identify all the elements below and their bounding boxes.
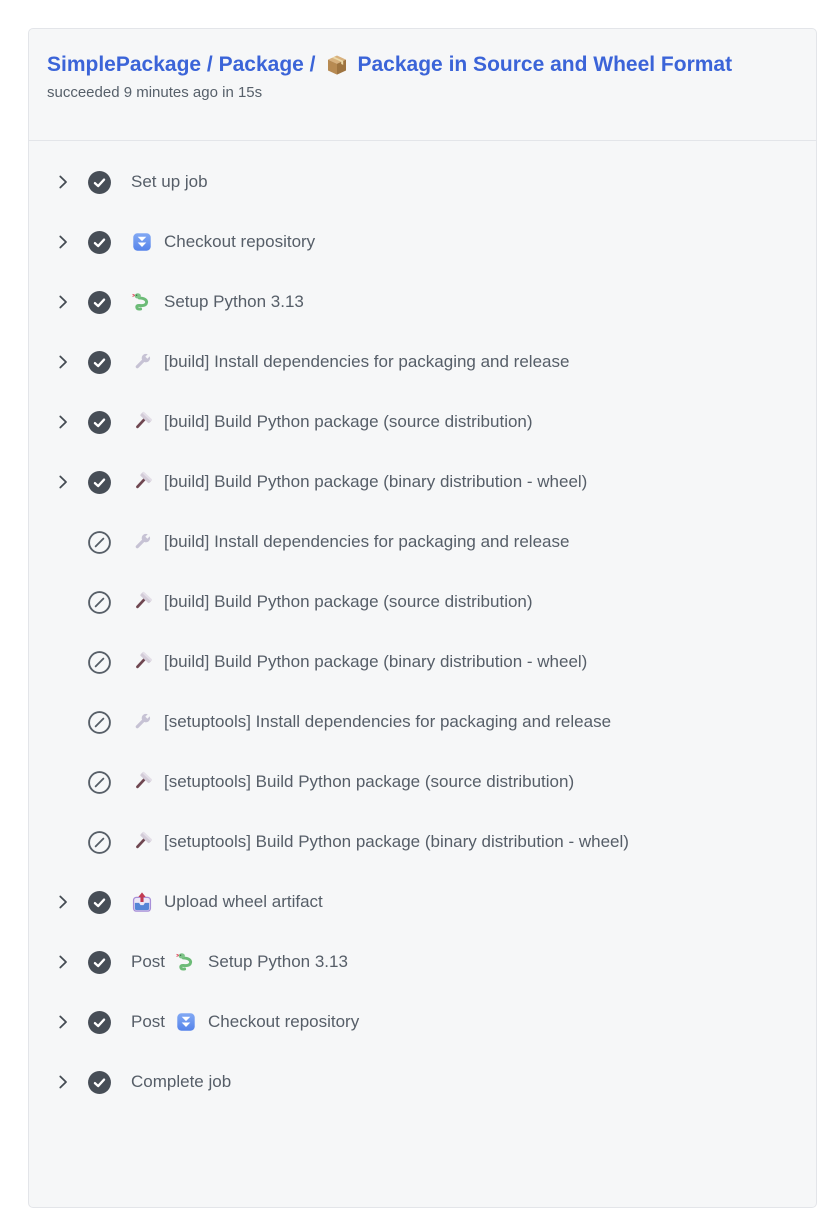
step-label: Setup Python 3.13 [208,952,348,972]
step-row[interactable]: [setuptools] Install dependencies for pa… [29,692,816,752]
step-row[interactable]: Checkout repository [29,212,816,272]
step-label: [build] Install dependencies for packagi… [164,352,569,372]
step-label: [build] Build Python package (binary dis… [164,472,587,492]
success-icon [87,1010,112,1035]
chevron-right-icon[interactable] [54,413,72,431]
success-icon [87,170,112,195]
step-label: [build] Build Python package (source dis… [164,592,533,612]
success-icon [87,230,112,255]
success-icon [87,950,112,975]
job-title-link[interactable]: SimplePackage / Package / Package in Sou… [47,53,798,77]
python-icon [131,291,153,313]
job-status-line: succeeded 9 minutes ago in 15s [47,84,798,101]
chevron-right-icon[interactable] [54,1073,72,1091]
step-row[interactable]: [build] Build Python package (source dis… [29,572,816,632]
job-run-card: SimplePackage / Package / Package in Sou… [28,28,817,1208]
step-row[interactable]: [setuptools] Build Python package (binar… [29,812,816,872]
step-label-prefix: Post [131,952,165,972]
skipped-icon [87,710,112,735]
python-icon [175,951,197,973]
step-row[interactable]: Post Setup Python 3.13 [29,932,816,992]
step-label-prefix: Post [131,1012,165,1032]
skipped-icon [87,830,112,855]
step-row[interactable]: [build] Install dependencies for packagi… [29,332,816,392]
step-label: Checkout repository [208,1012,359,1032]
chevron-right-icon[interactable] [54,233,72,251]
step-label: Complete job [131,1072,231,1092]
chevron-spacer [54,773,72,791]
chevron-right-icon[interactable] [54,173,72,191]
hammer-icon [131,771,153,793]
steps-list: Set up job Checkout repository Setup Pyt… [29,141,816,1112]
step-label: Upload wheel artifact [164,892,323,912]
step-row[interactable]: Complete job [29,1052,816,1112]
package-icon [325,53,349,77]
step-row[interactable]: Set up job [29,152,816,212]
success-icon [87,890,112,915]
hammer-icon [131,471,153,493]
success-icon [87,350,112,375]
hammer-icon [131,831,153,853]
checkout-icon [175,1011,197,1033]
chevron-spacer [54,713,72,731]
hammer-icon [131,591,153,613]
step-row[interactable]: [build] Build Python package (binary dis… [29,452,816,512]
success-icon [87,290,112,315]
checkout-icon [131,231,153,253]
skipped-icon [87,530,112,555]
skipped-icon [87,650,112,675]
step-label: [setuptools] Install dependencies for pa… [164,712,611,732]
chevron-right-icon[interactable] [54,293,72,311]
chevron-spacer [54,653,72,671]
step-label: [build] Build Python package (binary dis… [164,652,587,672]
hammer-icon [131,651,153,673]
skipped-icon [87,590,112,615]
chevron-right-icon[interactable] [54,953,72,971]
step-label: [setuptools] Build Python package (sourc… [164,772,574,792]
step-row[interactable]: [build] Build Python package (source dis… [29,392,816,452]
chevron-spacer [54,533,72,551]
chevron-right-icon[interactable] [54,353,72,371]
wrench-icon [131,711,153,733]
step-label: [setuptools] Build Python package (binar… [164,832,629,852]
step-label: Setup Python 3.13 [164,292,304,312]
job-header: SimplePackage / Package / Package in Sou… [29,29,816,141]
wrench-icon [131,531,153,553]
step-label: Set up job [131,172,208,192]
step-row[interactable]: [build] Build Python package (binary dis… [29,632,816,692]
breadcrumb[interactable]: SimplePackage / Package / [47,53,316,77]
success-icon [87,1070,112,1095]
job-title-text[interactable]: Package in Source and Wheel Format [358,53,733,77]
chevron-right-icon[interactable] [54,473,72,491]
step-row[interactable]: [build] Install dependencies for packagi… [29,512,816,572]
success-icon [87,410,112,435]
step-row[interactable]: Upload wheel artifact [29,872,816,932]
success-icon [87,470,112,495]
chevron-spacer [54,833,72,851]
step-row[interactable]: Post Checkout repository [29,992,816,1052]
step-label: [build] Build Python package (source dis… [164,412,533,432]
wrench-icon [131,351,153,373]
chevron-right-icon[interactable] [54,1013,72,1031]
step-label: Checkout repository [164,232,315,252]
step-label: [build] Install dependencies for packagi… [164,532,569,552]
step-row[interactable]: Setup Python 3.13 [29,272,816,332]
skipped-icon [87,770,112,795]
chevron-spacer [54,593,72,611]
hammer-icon [131,411,153,433]
chevron-right-icon[interactable] [54,893,72,911]
upload-icon [131,891,153,913]
step-row[interactable]: [setuptools] Build Python package (sourc… [29,752,816,812]
